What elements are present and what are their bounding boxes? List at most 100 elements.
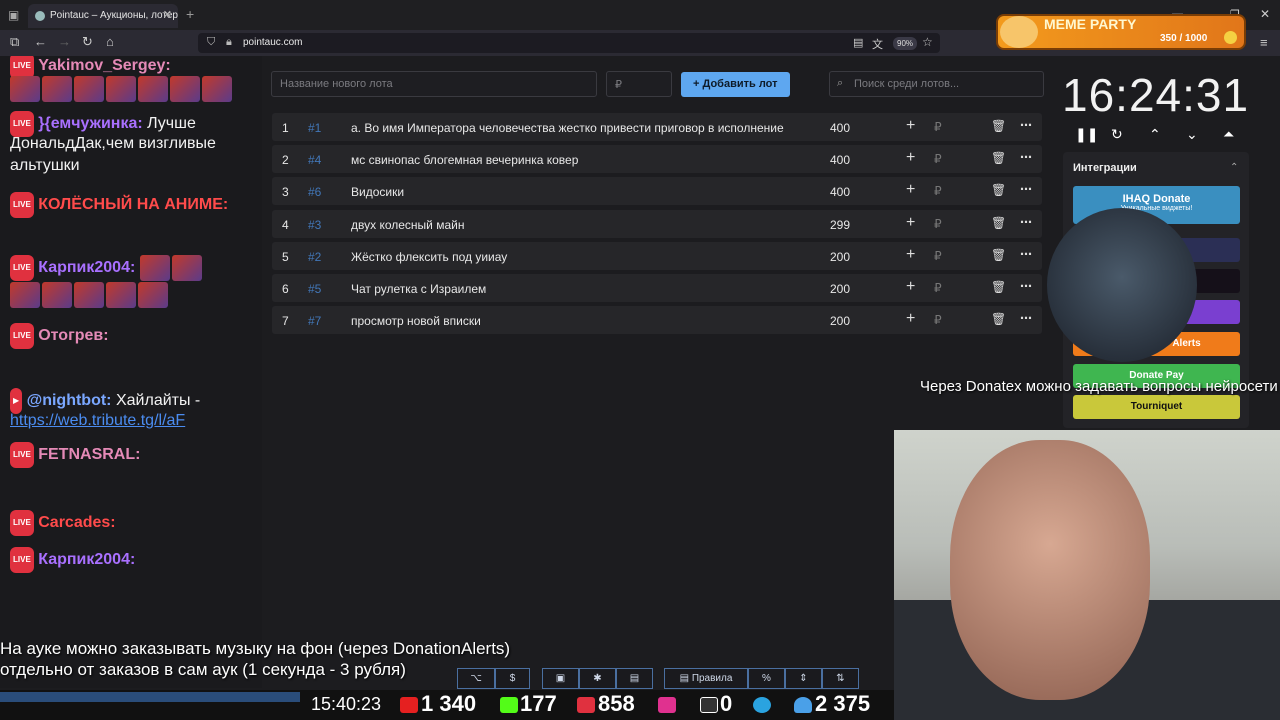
more-icon[interactable]: ⋯ <box>1020 150 1032 164</box>
delete-icon[interactable]: 🗑︎ <box>991 248 1006 262</box>
add-points-icon[interactable]: + <box>906 117 915 135</box>
more-icon[interactable]: ⋯ <box>1020 118 1032 132</box>
delete-icon[interactable]: 🗑︎ <box>991 151 1006 165</box>
delete-icon[interactable]: 🗑︎ <box>991 312 1006 326</box>
percent-button[interactable]: % <box>748 668 785 689</box>
more-icon[interactable]: ⋯ <box>1020 311 1032 325</box>
lot-value[interactable]: 400 <box>830 121 850 135</box>
lot-value[interactable]: 299 <box>830 218 850 232</box>
lock-icon[interactable]: 🔒︎ <box>226 36 232 49</box>
add-lot-label: Добавить лот <box>702 78 778 90</box>
trash-list-icon[interactable]: ▤ <box>616 668 653 689</box>
bug-icon[interactable]: ✱ <box>579 668 616 689</box>
ruble-icon[interactable]: ₽ <box>934 281 942 295</box>
delete-icon[interactable]: 🗑︎ <box>991 183 1006 197</box>
bookmark-star-icon[interactable]: ☆ <box>922 35 933 49</box>
lot-title[interactable]: а. Во имя Императора человечества жестко… <box>351 121 784 135</box>
add-points-icon[interactable]: + <box>906 278 915 296</box>
delete-icon[interactable]: 🗑︎ <box>991 280 1006 294</box>
chat-username: }{емчужинка: <box>38 115 143 133</box>
lot-number: 4 <box>282 218 289 232</box>
tourniquet-button[interactable]: Tourniquet <box>1073 395 1240 419</box>
ruble-icon[interactable]: ₽ <box>934 217 942 231</box>
pause-icon[interactable]: ❚❚ <box>1075 126 1098 143</box>
lot-id: #5 <box>308 282 322 296</box>
collapse-icon[interactable]: ⌃ <box>1230 162 1238 173</box>
chat-username: Yakimov_Sergey: <box>38 57 171 75</box>
lot-amount-input[interactable]: ₽ <box>606 71 672 97</box>
delete-icon[interactable]: 🗑︎ <box>991 216 1006 230</box>
ruble-icon[interactable]: ₽ <box>934 313 942 327</box>
search-lots-input[interactable]: Поиск среди лотов... <box>829 71 1044 97</box>
ruble-icon[interactable]: ₽ <box>934 120 942 134</box>
save-icon[interactable]: ▣ <box>542 668 579 689</box>
forward-icon[interactable]: → <box>58 34 71 49</box>
rutube-icon <box>658 697 676 713</box>
ruble-icon[interactable]: ₽ <box>934 249 942 263</box>
emote-icon <box>10 76 40 102</box>
lot-value[interactable]: 400 <box>830 185 850 199</box>
lot-title[interactable]: Чат рулетка с Израилем <box>351 282 486 296</box>
lot-value[interactable]: 200 <box>830 282 850 296</box>
add-points-icon[interactable]: + <box>906 149 915 167</box>
ruble-icon[interactable]: ₽ <box>934 184 942 198</box>
github-icon[interactable]: ⌥ <box>457 668 495 689</box>
reader-icon[interactable]: ▤ <box>853 36 863 49</box>
lot-title[interactable]: Жёстко флексить под уииау <box>351 250 507 264</box>
more-icon[interactable]: ⋯ <box>1020 247 1032 261</box>
sort-icon[interactable]: ⇅ <box>822 668 859 689</box>
more-icon[interactable]: ⋯ <box>1020 182 1032 196</box>
lot-title[interactable]: мс свинопас блогемная вечеринка ковер <box>351 153 578 167</box>
menu-icon[interactable]: ≡ <box>1260 35 1268 50</box>
address-bar[interactable] <box>198 33 940 53</box>
add-points-icon[interactable]: + <box>906 246 915 264</box>
lot-row[interactable]: 3 #6 Видосики 400 + ₽ 🗑︎ ⋯ <box>272 177 1042 205</box>
browser-tab[interactable]: Pointauc – Аукционы, лотереи ✕ <box>28 4 178 28</box>
chevron-up-icon[interactable]: ⌃ <box>1149 126 1161 143</box>
stream-clock: 15:40:23 <box>311 694 382 714</box>
lot-row[interactable]: 6 #5 Чат рулетка с Израилем 200 + ₽ 🗑︎ ⋯ <box>272 274 1042 302</box>
lot-title[interactable]: просмотр новой вписки <box>351 314 481 328</box>
close-tab-icon[interactable]: ✕ <box>163 8 172 21</box>
back-icon[interactable]: ← <box>34 34 47 49</box>
shield-icon[interactable]: ⛉ <box>207 36 215 49</box>
lot-title[interactable]: двух колесный майн <box>351 218 464 232</box>
double-chevron-up-icon[interactable]: ⏶ <box>1223 126 1234 143</box>
reload-icon[interactable]: ↻ <box>82 34 93 50</box>
ruble-icon[interactable]: ₽ <box>934 152 942 166</box>
lot-row[interactable]: 5 #2 Жёстко флексить под уииау 200 + ₽ 🗑︎ ⋯ <box>272 242 1042 270</box>
lot-title[interactable]: Видосики <box>351 185 404 199</box>
add-points-icon[interactable]: + <box>906 214 915 232</box>
lot-row[interactable]: 4 #3 двух колесный майн 299 + ₽ 🗑︎ ⋯ <box>272 210 1042 238</box>
chevron-down-icon[interactable]: ⌄ <box>1186 126 1198 143</box>
sidebar-icon[interactable]: ⧉ <box>10 34 19 50</box>
lot-row[interactable]: 1 #1 а. Во имя Императора человечества жес… <box>272 113 1042 141</box>
live-icon: LIVE <box>10 442 34 468</box>
delete-icon[interactable]: 🗑︎ <box>991 119 1006 133</box>
dollar-icon[interactable]: $ <box>495 668 530 689</box>
reset-icon[interactable]: ↻ <box>1111 126 1123 143</box>
new-lot-input[interactable]: Название нового лота <box>271 71 597 97</box>
lot-value[interactable]: 200 <box>830 250 850 264</box>
split-icon[interactable]: ⇕ <box>785 668 822 689</box>
lot-value[interactable]: 400 <box>830 153 850 167</box>
new-tab-icon[interactable]: + <box>186 6 194 22</box>
lot-row[interactable]: 2 #4 мс свинопас блогемная вечеринка ковер… <box>272 145 1042 173</box>
lot-value[interactable]: 200 <box>830 314 850 328</box>
add-lot-button[interactable]: + Добавить лот <box>681 72 790 97</box>
lot-row[interactable]: 7 #7 просмотр новой вписки 200 + ₽ 🗑︎ ⋯ <box>272 306 1042 334</box>
add-points-icon[interactable]: + <box>906 310 915 328</box>
chat-username: @nightbot: <box>26 392 112 410</box>
translate-icon[interactable]: 文 <box>872 36 883 52</box>
close-window-icon[interactable]: ✕ <box>1260 7 1270 21</box>
rules-button[interactable]: ▤ Правила <box>664 668 748 689</box>
live-icon: LIVE <box>10 323 34 349</box>
add-points-icon[interactable]: + <box>906 181 915 199</box>
more-icon[interactable]: ⋯ <box>1020 279 1032 293</box>
home-icon[interactable]: ⌂ <box>106 34 114 49</box>
zoom-level[interactable]: 90% <box>893 37 918 50</box>
more-icon[interactable]: ⋯ <box>1020 215 1032 229</box>
url-text[interactable]: pointauc.com <box>243 37 302 48</box>
tab-list-icon[interactable]: ▣ <box>8 8 19 22</box>
chat-link[interactable]: https://web.tribute.tg/l/aF <box>10 412 185 429</box>
